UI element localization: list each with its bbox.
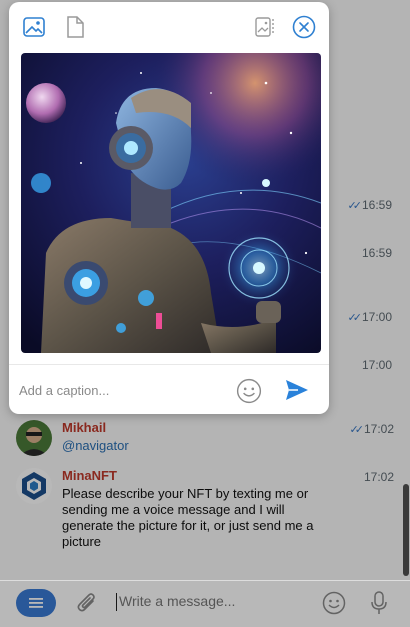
- close-icon: [292, 15, 316, 39]
- close-button[interactable]: [292, 15, 316, 44]
- scrollbar[interactable]: [403, 484, 409, 576]
- caption-bar: Add a caption...: [9, 364, 329, 415]
- send-arrow-icon: [286, 380, 308, 400]
- compress-toggle-button[interactable]: [255, 16, 277, 43]
- send-as-photo-button[interactable]: [23, 16, 45, 43]
- caption-input[interactable]: Add a caption...: [19, 383, 109, 398]
- image-mode-icon: [23, 17, 45, 37]
- astronaut-artwork: [21, 53, 321, 353]
- send-photo-dialog: Add a caption...: [9, 2, 329, 414]
- send-as-file-button[interactable]: [66, 16, 84, 43]
- message-composer: Write a message...: [0, 580, 410, 627]
- send-button[interactable]: [285, 379, 309, 406]
- compress-toggle-icon: [255, 17, 274, 37]
- photo-preview: [21, 53, 321, 353]
- composer-overlay: [0, 581, 410, 627]
- file-mode-icon: [67, 16, 84, 38]
- smiley-icon: [236, 378, 262, 404]
- caption-emoji-button[interactable]: [236, 378, 262, 409]
